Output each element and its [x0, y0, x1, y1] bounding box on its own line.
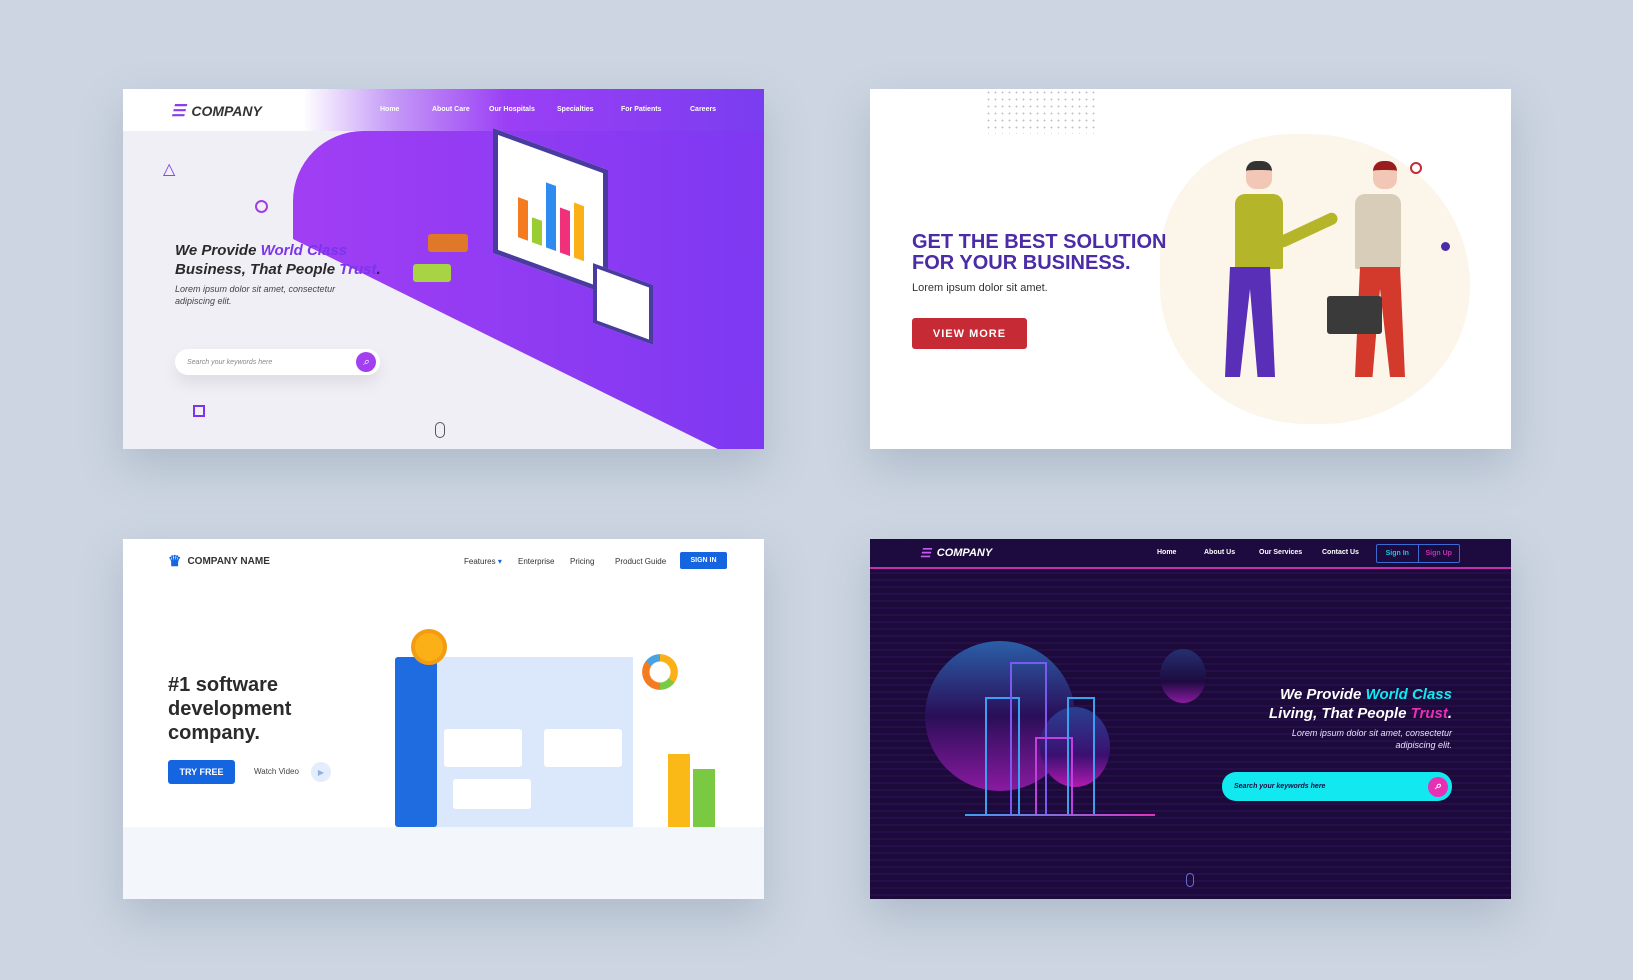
search-icon[interactable]: ⌕ [356, 352, 376, 372]
layers-icon: ☰ [171, 103, 186, 120]
crown-icon: ♛ [168, 553, 182, 570]
footer-band [123, 827, 764, 899]
auth-buttons: Sign In Sign Up [1376, 544, 1460, 563]
nav-careers[interactable]: Careers [690, 106, 716, 113]
mouse-scroll-icon[interactable] [435, 422, 445, 438]
nav-about-us[interactable]: About Us [1204, 549, 1235, 556]
headline-period: . [1447, 705, 1452, 722]
headline-text: We Provide [175, 242, 261, 259]
headline-highlight: Trust [1410, 705, 1448, 722]
nav-about-care[interactable]: About Care [432, 106, 470, 113]
donut-chart-card [636, 648, 684, 696]
briefcase-illustration [1327, 296, 1382, 334]
nav-features-label: Features [464, 557, 496, 566]
donut-chart-icon [642, 654, 678, 690]
hero-headline: GET THE BEST SOLUTION FOR YOUR BUSINESS. [912, 231, 1167, 274]
hero-subtext: Lorem ipsum dolor sit amet, consectetur … [175, 284, 336, 306]
circle-icon [255, 200, 268, 213]
hero-headline: We Provide World Class Living, That Peop… [1170, 685, 1452, 723]
sign-in-button[interactable]: Sign In [1377, 545, 1419, 562]
nav-contact-us[interactable]: Contact Us [1322, 549, 1359, 556]
play-icon[interactable]: ▶ [311, 762, 331, 782]
logo-text: COMPANY NAME [187, 555, 270, 567]
nav-home[interactable]: Home [1157, 549, 1176, 556]
hero-subtext: Lorem ipsum dolor sit amet, consectetur … [1291, 728, 1452, 750]
nav-enterprise[interactable]: Enterprise [518, 557, 554, 566]
sidebar-illustration [395, 657, 437, 827]
hero-headline: We Provide World Class Business, That Pe… [175, 241, 405, 279]
headline-text: Business, That People [175, 261, 340, 278]
building-icon [1067, 697, 1095, 814]
search-input[interactable]: Search your keywords here ⌕ [1222, 772, 1452, 801]
blob-background [1160, 134, 1470, 424]
hero-headline: #1 software development company. [168, 674, 292, 744]
dot-pattern [985, 89, 1095, 134]
view-more-button[interactable]: VIEW MORE [912, 318, 1027, 349]
logo[interactable]: ♛ COMPANY NAME [168, 552, 270, 570]
landing-page-business: GET THE BEST SOLUTION FOR YOUR BUSINESS.… [870, 89, 1511, 449]
watch-video-link[interactable]: Watch Video [254, 767, 299, 776]
person-left-shirt [1235, 194, 1283, 269]
search-placeholder: Search your keywords here [187, 358, 273, 366]
logo-text: COMPANY [191, 103, 262, 119]
nav-for-patients[interactable]: For Patients [621, 106, 661, 113]
search-input[interactable]: Search your keywords here ⌕ [175, 349, 380, 375]
headline-highlight: World Class [1365, 686, 1452, 703]
nav-features[interactable]: Features ▾ [464, 557, 502, 566]
nav-specialties[interactable]: Specialties [557, 106, 594, 113]
landing-page-software: ♛ COMPANY NAME Features ▾ Enterprise Pri… [123, 539, 764, 899]
headline-text: Living, That People [1268, 705, 1411, 722]
landing-page-real-estate-dark: ☰ COMPANY Home About Us Our Services Con… [870, 539, 1511, 899]
sign-in-button[interactable]: SIGN IN [680, 552, 727, 569]
headline-highlight: Trust [339, 261, 377, 278]
bar-illustration [668, 754, 690, 827]
logo-text: COMPANY [936, 547, 993, 559]
dot-decoration [1441, 242, 1450, 251]
nav-pricing[interactable]: Pricing [570, 557, 594, 566]
search-icon[interactable]: ⌕ [1428, 776, 1448, 797]
logo[interactable]: ☰ COMPANY [920, 546, 992, 560]
caret-down-icon: ▾ [497, 557, 502, 566]
search-placeholder: Search your keywords here [1234, 783, 1326, 790]
mouse-scroll-icon[interactable] [1186, 873, 1194, 887]
person-right-head [1373, 161, 1397, 189]
books-illustration [413, 264, 451, 282]
headline-text: We Provide [1279, 686, 1366, 703]
nav-our-services[interactable]: Our Services [1259, 549, 1302, 556]
ground-line [965, 814, 1155, 816]
layers-icon: ☰ [920, 546, 931, 560]
logo[interactable]: ☰ COMPANY [171, 101, 262, 121]
sign-up-button[interactable]: Sign Up [1419, 545, 1460, 562]
nav-product-guide[interactable]: Product Guide [615, 557, 666, 566]
books-illustration [428, 234, 468, 252]
card-illustration [453, 779, 531, 809]
bar-illustration [693, 769, 715, 827]
nav-home[interactable]: Home [380, 106, 399, 113]
card-illustration [544, 729, 622, 767]
card-illustration [444, 729, 522, 767]
try-free-button[interactable]: TRY FREE [168, 760, 235, 784]
hero-subtext: Lorem ipsum dolor sit amet. [912, 282, 1048, 294]
headline-period: . [376, 261, 381, 278]
square-icon [193, 405, 205, 417]
person-right-shirt [1355, 194, 1401, 269]
nav-our-hospitals[interactable]: Our Hospitals [489, 106, 535, 113]
circle-decoration [1410, 162, 1422, 174]
triangle-icon: △ [163, 161, 176, 178]
badge-icon [411, 629, 447, 665]
person-left-head [1246, 161, 1272, 189]
headline-highlight: World Class [260, 242, 348, 259]
landing-page-healthcare: ☰ COMPANY Home About Care Our Hospitals … [123, 89, 764, 449]
